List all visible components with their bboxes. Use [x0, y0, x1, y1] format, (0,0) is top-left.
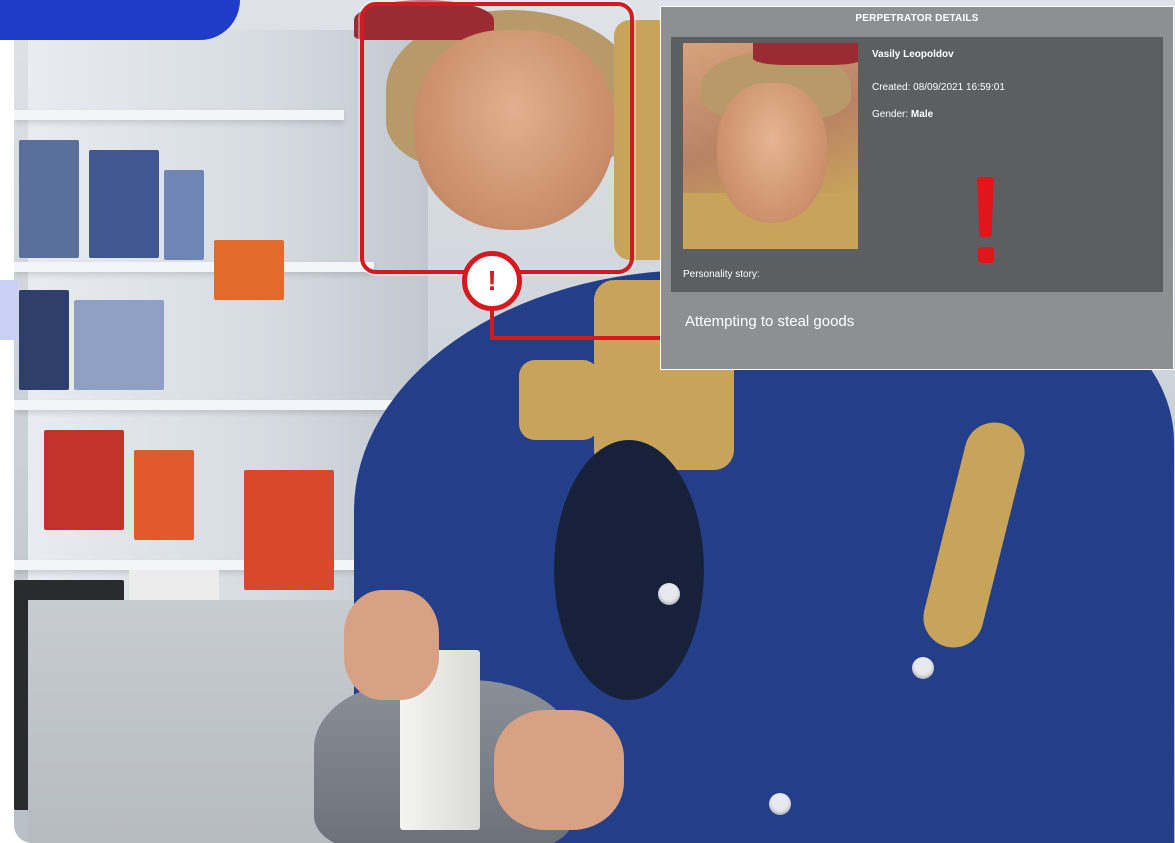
- warning-exclamation-icon: [975, 177, 997, 267]
- product-box: [164, 170, 204, 260]
- surveillance-view: ! PERPETRATOR DETAILS Vasily Leopoldov C…: [0, 0, 1175, 843]
- created-timestamp: Created: 08/09/2021 16:59:01: [872, 82, 1005, 93]
- personality-story-label: Personality story:: [683, 269, 760, 280]
- photo-beanie: [753, 43, 858, 65]
- product-box: [19, 290, 69, 390]
- perpetrator-details-panel: PERPETRATOR DETAILS Vasily Leopoldov Cre…: [660, 6, 1174, 370]
- jacket-snap: [658, 583, 680, 605]
- exclamation-icon: !: [487, 265, 497, 296]
- product-box: [214, 240, 284, 300]
- suspect-name: Vasily Leopoldov: [872, 49, 954, 60]
- product-box: [89, 150, 159, 258]
- exclamation-bar: [977, 177, 994, 237]
- shelf: [14, 110, 344, 120]
- photo-face: [717, 83, 827, 223]
- personality-story-text: Attempting to steal goods: [685, 313, 855, 330]
- shelf: [14, 400, 394, 410]
- face-detection-frame[interactable]: [360, 2, 634, 274]
- jacket-snap: [769, 793, 791, 815]
- brand-tab: [0, 0, 240, 40]
- details-card: Vasily Leopoldov Created: 08/09/2021 16:…: [671, 37, 1163, 292]
- gender-value: Male: [910, 109, 934, 120]
- exclamation-dot: [978, 247, 994, 263]
- shelf: [14, 262, 374, 272]
- suspect-photo[interactable]: [683, 43, 858, 249]
- alert-badge-icon[interactable]: !: [462, 251, 522, 311]
- jacket-snap: [912, 657, 934, 679]
- left-hand: [344, 590, 439, 700]
- brand-edge: [0, 280, 18, 340]
- gender-label: Gender:: [872, 109, 911, 120]
- gender-row: Gender: Male: [872, 109, 933, 120]
- right-hand: [494, 710, 624, 830]
- callout-connector: [490, 336, 660, 340]
- product-box: [74, 300, 164, 390]
- product-box: [244, 470, 334, 590]
- shelf: [14, 560, 404, 570]
- product-box: [134, 450, 194, 540]
- panel-title: PERPETRATOR DETAILS: [855, 13, 979, 24]
- product-box: [44, 430, 124, 530]
- jacket-stripe: [519, 360, 599, 440]
- knee: [554, 440, 704, 700]
- product-box: [19, 140, 79, 258]
